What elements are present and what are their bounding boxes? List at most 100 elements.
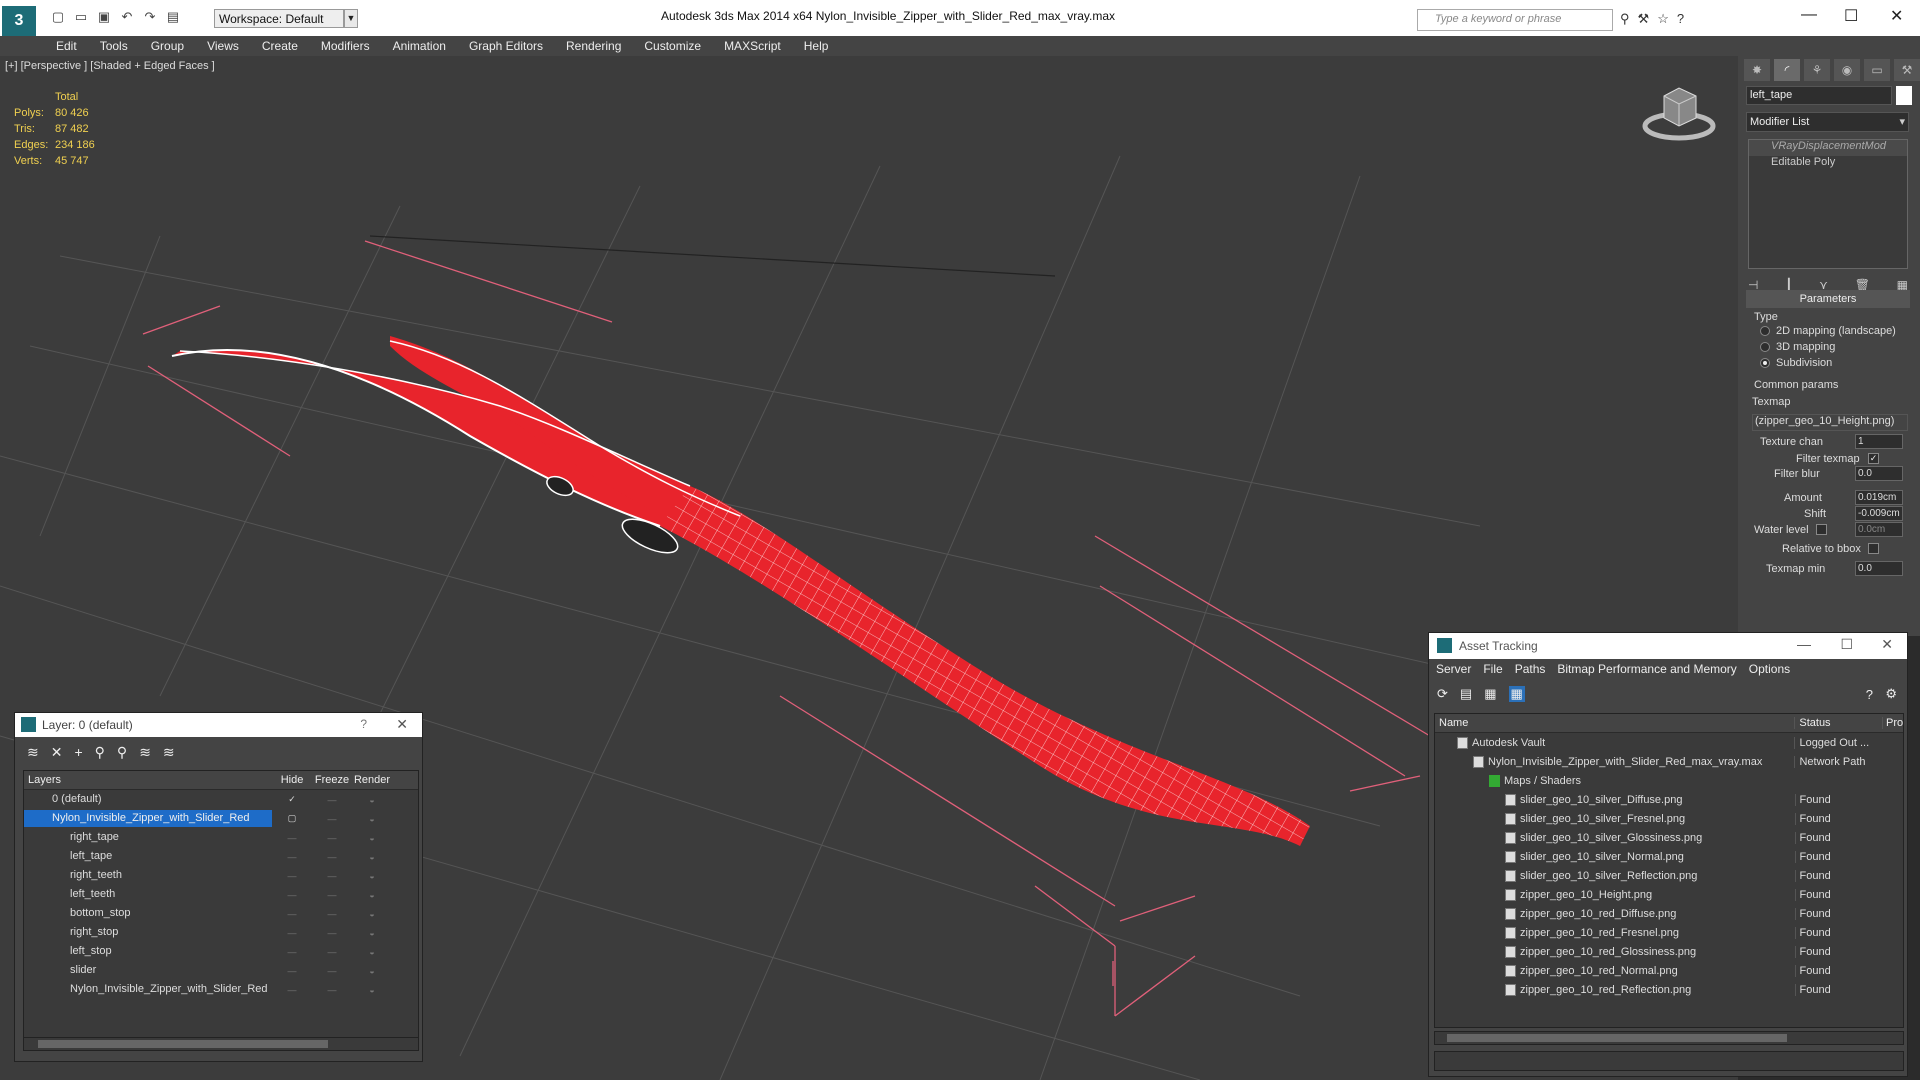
minimize-icon[interactable]: — xyxy=(1797,636,1811,652)
minimize-icon[interactable]: — xyxy=(1801,6,1817,24)
tools-icon[interactable]: ⚒ xyxy=(1638,11,1650,27)
radio-subdivision[interactable] xyxy=(1760,358,1770,368)
path-field[interactable] xyxy=(1434,1051,1904,1071)
texmap-button[interactable]: (zipper_geo_10_Height.png) xyxy=(1752,414,1908,431)
menu-graph-editors[interactable]: Graph Editors xyxy=(469,39,543,53)
motion-tab-icon[interactable]: ◉ xyxy=(1834,59,1860,81)
display-tab-icon[interactable]: ▭ xyxy=(1864,59,1890,81)
asset-row[interactable]: Nylon_Invisible_Zipper_with_Slider_Red_m… xyxy=(1435,752,1903,771)
col-pro[interactable]: Pro xyxy=(1882,717,1903,729)
app-logo-icon[interactable]: 3 xyxy=(2,6,36,36)
chevron-down-icon[interactable]: ▼ xyxy=(344,9,358,28)
asset-row[interactable]: slider_geo_10_silver_Glossiness.png Found xyxy=(1435,828,1903,847)
select-layer-icon[interactable]: ⚲ xyxy=(117,744,127,761)
menu-paths[interactable]: Paths xyxy=(1515,662,1546,676)
asset-row[interactable]: zipper_geo_10_red_Fresnel.png Found xyxy=(1435,923,1903,942)
col-layers[interactable]: Layers xyxy=(24,774,272,786)
menu-maxscript[interactable]: MAXScript xyxy=(724,39,781,53)
water-level-spinner[interactable]: 0.0cm xyxy=(1855,522,1903,537)
delete-layer-icon[interactable]: ✕ xyxy=(51,744,63,761)
asset-row[interactable]: zipper_geo_10_red_Diffuse.png Found xyxy=(1435,904,1903,923)
hide-unhide-all-icon[interactable]: ≋ xyxy=(163,744,175,761)
object-name-field[interactable]: left_tape xyxy=(1746,86,1892,105)
close-icon[interactable]: ✕ xyxy=(1890,6,1903,26)
layer-row[interactable]: bottom_stop — — ◒ xyxy=(24,904,418,923)
project-folder-icon[interactable]: ▤ xyxy=(165,9,181,25)
layer-row[interactable]: left_stop — — ◒ xyxy=(24,942,418,961)
layer-row[interactable]: 0 (default) ✓ — ◒ xyxy=(24,790,418,809)
water-level-checkbox[interactable] xyxy=(1816,524,1827,535)
undo-icon[interactable]: ↶ xyxy=(119,9,135,25)
menu-help[interactable]: Help xyxy=(804,39,829,53)
asset-row[interactable]: slider_geo_10_silver_Reflection.png Found xyxy=(1435,866,1903,885)
maximize-icon[interactable]: ☐ xyxy=(1840,636,1853,653)
layer-row[interactable]: right_stop — — ◒ xyxy=(24,923,418,942)
open-file-icon[interactable]: ▭ xyxy=(73,9,89,25)
texmap-min-spinner[interactable]: 0.0 xyxy=(1855,561,1903,576)
help-button[interactable]: ? xyxy=(360,717,367,731)
col-hide[interactable]: Hide xyxy=(272,774,312,786)
menu-edit[interactable]: Edit xyxy=(56,39,77,53)
close-icon[interactable]: ✕ xyxy=(396,716,408,733)
close-icon[interactable]: ✕ xyxy=(1881,636,1893,653)
view-cube-icon[interactable] xyxy=(1642,87,1716,141)
help-icon[interactable]: ? xyxy=(1866,687,1873,702)
layer-row[interactable]: slider — — ◒ xyxy=(24,961,418,980)
search-input[interactable]: Type a keyword or phrase xyxy=(1417,9,1613,31)
modify-tab-icon[interactable]: ◜ xyxy=(1774,59,1800,81)
set-current-layer-icon[interactable]: ≋ xyxy=(139,744,151,761)
asset-row[interactable]: slider_geo_10_silver_Fresnel.png Found xyxy=(1435,809,1903,828)
new-file-icon[interactable]: ▢ xyxy=(50,9,66,25)
layer-row[interactable]: left_teeth — — ◒ xyxy=(24,885,418,904)
parameters-rollout-header[interactable]: Parameters xyxy=(1746,290,1910,308)
hierarchy-tab-icon[interactable]: ⚘ xyxy=(1804,59,1830,81)
asset-row[interactable]: Maps / Shaders xyxy=(1435,771,1903,790)
horizontal-scrollbar[interactable] xyxy=(23,1037,419,1051)
thumbnail-view-icon[interactable]: ▦ xyxy=(1484,686,1496,702)
refresh-icon[interactable]: ⟳ xyxy=(1437,686,1448,702)
filter-texmap-checkbox[interactable]: ✓ xyxy=(1868,453,1879,464)
menu-create[interactable]: Create xyxy=(262,39,298,53)
col-freeze[interactable]: Freeze xyxy=(312,774,352,786)
asset-row[interactable]: slider_geo_10_silver_Diffuse.png Found xyxy=(1435,790,1903,809)
menu-file[interactable]: File xyxy=(1483,662,1502,676)
star-icon[interactable]: ☆ xyxy=(1657,11,1669,27)
menu-group[interactable]: Group xyxy=(151,39,184,53)
col-name[interactable]: Name xyxy=(1435,717,1794,729)
col-render[interactable]: Render xyxy=(352,774,392,786)
shift-spinner[interactable]: -0.009cm xyxy=(1855,506,1903,521)
layer-row[interactable]: right_teeth — — ◒ xyxy=(24,866,418,885)
table-view-icon[interactable]: ▦ xyxy=(1508,686,1525,702)
layer-row[interactable]: Nylon_Invisible_Zipper_with_Slider_Red — —… xyxy=(24,980,418,999)
help-icon[interactable]: ? xyxy=(1677,11,1684,27)
menu-views[interactable]: Views xyxy=(207,39,239,53)
list-view-icon[interactable]: ▤ xyxy=(1460,686,1472,702)
asset-row[interactable]: slider_geo_10_silver_Normal.png Found xyxy=(1435,847,1903,866)
layer-row[interactable]: Nylon_Invisible_Zipper_with_Slider_Red ▢ —… xyxy=(24,809,418,828)
asset-row[interactable]: zipper_geo_10_Height.png Found xyxy=(1435,885,1903,904)
object-color-swatch[interactable] xyxy=(1896,86,1912,105)
create-tab-icon[interactable]: ✸ xyxy=(1744,59,1770,81)
binoculars-icon[interactable]: ⚲ xyxy=(1620,11,1630,27)
save-icon[interactable]: ▣ xyxy=(96,9,112,25)
asset-row[interactable]: zipper_geo_10_red_Glossiness.png Found xyxy=(1435,942,1903,961)
menu-animation[interactable]: Animation xyxy=(393,39,446,53)
select-objects-icon[interactable]: ⚲ xyxy=(95,744,105,761)
radio-3d-mapping[interactable] xyxy=(1760,342,1770,352)
menu-modifiers[interactable]: Modifiers xyxy=(321,39,370,53)
menu-server[interactable]: Server xyxy=(1436,662,1471,676)
redo-icon[interactable]: ↷ xyxy=(142,9,158,25)
menu-tools[interactable]: Tools xyxy=(100,39,128,53)
stack-item-editable-poly[interactable]: Editable Poly xyxy=(1749,156,1907,172)
modifier-list-dropdown[interactable]: Modifier List xyxy=(1746,112,1909,132)
relative-bbox-checkbox[interactable] xyxy=(1868,543,1879,554)
layer-row[interactable]: left_tape — — ◒ xyxy=(24,847,418,866)
asset-row[interactable]: Autodesk Vault Logged Out ... xyxy=(1435,733,1903,752)
layer-row[interactable]: right_tape — — ◒ xyxy=(24,828,418,847)
asset-row[interactable]: zipper_geo_10_red_Normal.png Found xyxy=(1435,961,1903,980)
create-layer-icon[interactable]: ≋ xyxy=(27,744,39,761)
menu-options[interactable]: Options xyxy=(1749,662,1790,676)
filter-blur-spinner[interactable]: 0.0 xyxy=(1855,466,1903,481)
asset-row[interactable]: zipper_geo_10_red_Reflection.png Found xyxy=(1435,980,1903,999)
menu-bitmap-performance[interactable]: Bitmap Performance and Memory xyxy=(1557,662,1736,676)
